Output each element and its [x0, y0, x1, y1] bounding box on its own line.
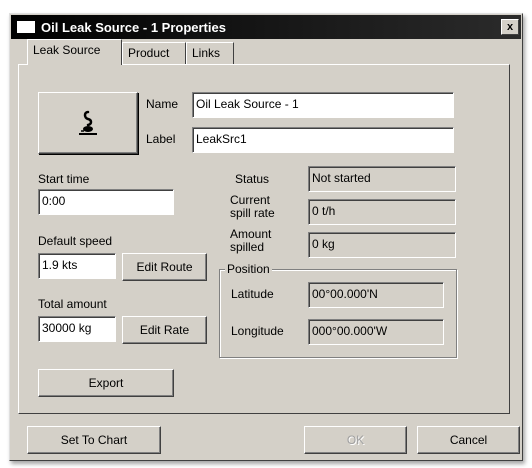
export-button[interactable]: Export	[38, 369, 174, 397]
total-amount-input[interactable]: 30000 kg	[38, 316, 116, 342]
start-time-label: Start time	[38, 172, 90, 186]
label-label: Label	[146, 132, 176, 146]
set-to-chart-button[interactable]: Set To Chart	[27, 426, 161, 454]
total-amount-label: Total amount	[38, 297, 107, 311]
amount-spilled-label-line2: spilled	[230, 240, 265, 254]
default-speed-label: Default speed	[38, 234, 113, 248]
label-input[interactable]: LeakSrc1	[192, 127, 454, 153]
latitude-field: 00°00.000'N	[308, 282, 444, 308]
status-label: Status	[235, 172, 270, 186]
start-time-input[interactable]: 0:00	[38, 189, 174, 215]
spill-rate-field: 0 t/h	[308, 199, 456, 225]
longitude-field: 000°00.000'W	[308, 319, 444, 345]
position-group-title: Position	[225, 262, 272, 276]
latitude-label: Latitude	[231, 287, 274, 301]
status-field: Not started	[308, 166, 456, 192]
edit-route-button[interactable]: Edit Route	[122, 253, 207, 281]
cancel-button[interactable]: Cancel	[417, 426, 520, 454]
longitude-label: Longitude	[231, 324, 284, 338]
default-speed-input[interactable]: 1.9 kts	[38, 253, 116, 279]
amount-spilled-field: 0 kg	[308, 232, 456, 258]
spill-rate-label-line1: Current	[230, 193, 271, 207]
edit-rate-button[interactable]: Edit Rate	[122, 316, 207, 344]
name-label: Name	[146, 97, 179, 111]
name-input[interactable]: Oil Leak Source - 1	[192, 92, 454, 118]
spill-rate-label-line2: spill rate	[230, 206, 275, 220]
amount-spilled-label-line1: Amount	[230, 227, 272, 241]
ok-button[interactable]: OK	[304, 426, 407, 454]
